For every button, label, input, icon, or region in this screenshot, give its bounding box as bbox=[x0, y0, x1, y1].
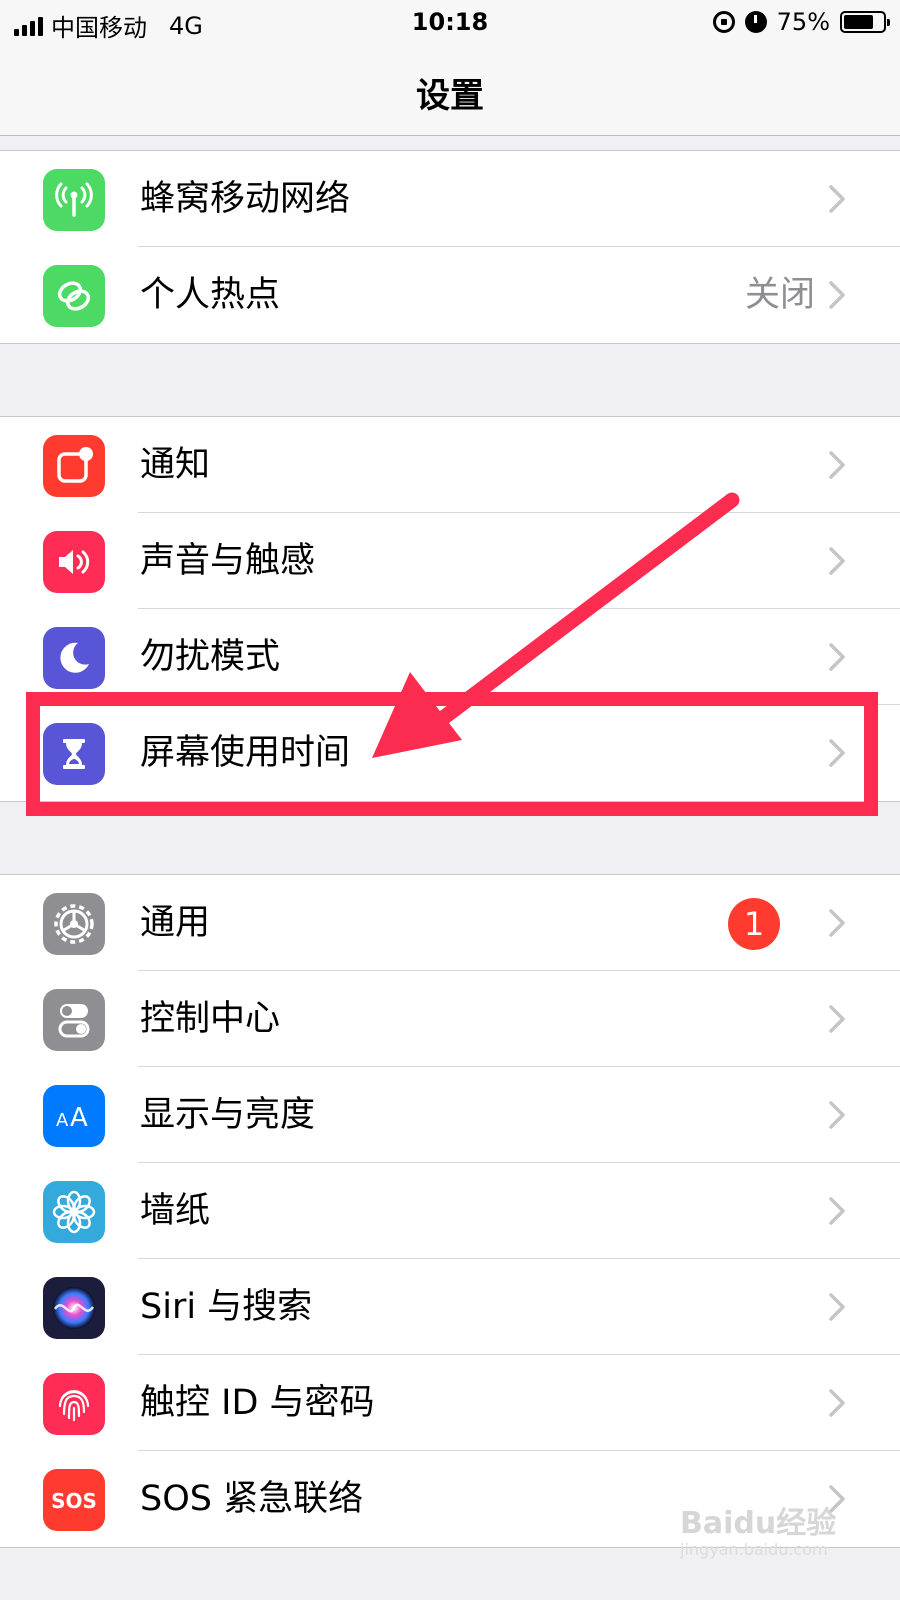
annotation-arrow bbox=[372, 492, 740, 758]
watermark-logo: Baidu经验 bbox=[680, 1506, 837, 1541]
watermark-url: jingyan.baidu.com bbox=[680, 1540, 828, 1559]
